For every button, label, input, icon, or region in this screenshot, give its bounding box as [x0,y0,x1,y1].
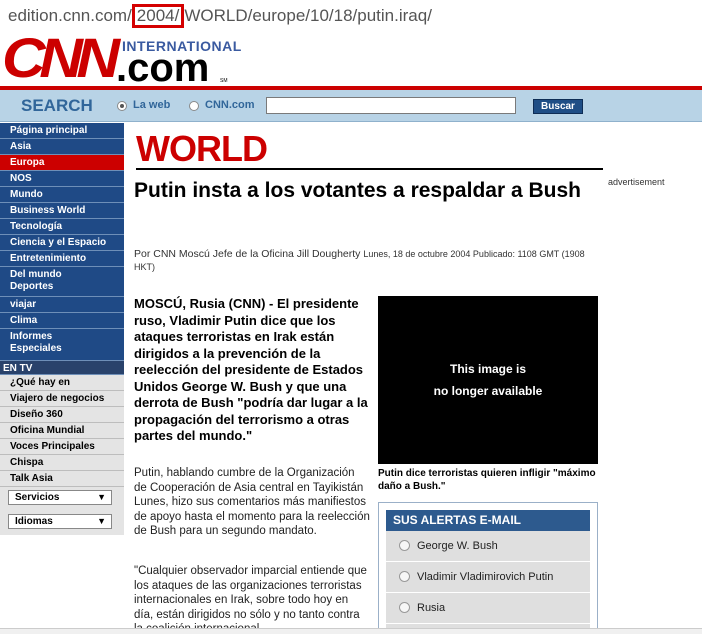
radio-icon[interactable] [399,571,410,582]
search-title: SEARCH [21,96,93,115]
url-suffix: WORLD/europe/10/18/putin.iraq/ [184,6,432,25]
url-text: edition.cnn.com/2004/WORLD/europe/10/18/… [8,4,432,28]
radio-icon[interactable] [399,602,410,613]
image-unavailable-message: This image is no longer available [378,358,598,402]
email-alerts-inner: SUS ALERTAS E-MAIL George W. Bush Vladim… [386,510,590,634]
radio-cnn-label[interactable]: CNN.com [205,99,255,111]
alert-item-label: George W. Bush [417,540,498,552]
tv-talk-asia[interactable]: Talk Asia [0,471,124,487]
services-select-label: Servicios [15,492,60,503]
tv-chispa[interactable]: Chispa [0,455,124,471]
languages-select-wrap: Idiomas ▼ [0,511,124,535]
services-select[interactable]: Servicios ▼ [8,490,112,505]
radio-web[interactable] [117,101,127,111]
byline-author: Por CNN Moscú Jefe de la Oficina Jill Do… [134,248,361,260]
email-alerts-box: SUS ALERTAS E-MAIL George W. Bush Vladim… [378,502,598,634]
nav-pagina-principal[interactable]: Página principal [0,123,124,139]
search-input[interactable] [266,97,516,114]
languages-select-label: Idiomas [15,516,53,527]
nav-entretenimiento[interactable]: Entretenimiento [0,251,124,267]
article-byline: Por CNN Moscú Jefe de la Oficina Jill Do… [134,248,594,274]
tv-oficina-mundial[interactable]: Oficina Mundial [0,423,124,439]
url-prefix: edition.cnn.com/ [8,6,132,25]
tv-viajero-negocios[interactable]: Viajero de negocios [0,391,124,407]
chevron-down-icon: ▼ [97,516,106,526]
nav-informes-especiales[interactable]: Informes Especiales [0,329,124,361]
nav-tecnologia[interactable]: Tecnología [0,219,124,235]
tv-voces-principales[interactable]: Voces Principales [0,439,124,455]
alert-item[interactable]: George W. Bush [386,532,590,562]
nav-clima[interactable]: Clima [0,313,124,329]
dotcom-label: .com [116,46,210,90]
article-paragraph: Putin, hablando cumbre de la Organizació… [134,467,370,537]
service-mark: SM [220,78,228,84]
article-lead: MOSCÚ, Rusia (CNN) - El presidente ruso,… [134,296,368,443]
search-button[interactable]: Buscar [533,99,583,114]
image-caption: Putin dice terroristas quieren infligir … [378,468,596,492]
nav-viajar[interactable]: viajar [0,297,124,313]
address-bar[interactable]: edition.cnn.com/2004/WORLD/europe/10/18/… [0,0,702,28]
alert-item-label: Rusia [417,602,446,614]
cnn-logo[interactable]: CNN [2,30,120,86]
nav-nos[interactable]: NOS [0,171,124,187]
nav-europa[interactable]: Europa [0,155,124,171]
email-alerts-title: SUS ALERTAS E-MAIL [386,510,590,531]
nav-mundo[interactable]: Mundo [0,187,124,203]
article-image: This image is no longer available [378,296,598,464]
url-year-highlight: 2004/ [131,4,185,28]
advertisement-label: advertisement [608,177,665,187]
image-message-line: This image is [449,362,527,376]
search-bar: SEARCH La web CNN.com Buscar [0,90,702,122]
nav-business-world[interactable]: Business World [0,203,124,219]
nav-asia[interactable]: Asia [0,139,124,155]
section-title: WORLD [136,128,268,169]
section-divider [136,168,603,170]
radio-icon[interactable] [399,540,410,551]
nav-ciencia[interactable]: Ciencia y el Espacio [0,235,124,251]
services-select-wrap: Servicios ▼ [0,487,124,511]
alert-item[interactable]: Vladimir Vladimirovich Putin [386,563,590,593]
tv-section-label: EN TV [0,361,124,375]
article-headline: Putin insta a los votantes a respaldar a… [134,179,581,202]
article-paragraph: "Cualquier observador imparcial entiende… [134,565,367,634]
site-header: CNN INTERNATIONAL .com SM [0,28,702,90]
chevron-down-icon: ▼ [97,492,106,502]
image-message-line: no longer available [433,384,543,398]
horizontal-scrollbar[interactable] [0,628,702,634]
alert-item[interactable]: Rusia [386,594,590,624]
sidebar: Página principal Asia Europa NOS Mundo B… [0,123,124,543]
languages-select[interactable]: Idiomas ▼ [8,514,112,529]
tv-diseno-360[interactable]: Diseño 360 [0,407,124,423]
radio-cnn[interactable] [189,101,199,111]
nav-deportes[interactable]: Del mundo Deportes [0,267,124,297]
radio-web-label[interactable]: La web [133,99,170,111]
alert-item-label: Vladimir Vladimirovich Putin [417,571,554,583]
tv-que-hay[interactable]: ¿Qué hay en [0,375,124,391]
